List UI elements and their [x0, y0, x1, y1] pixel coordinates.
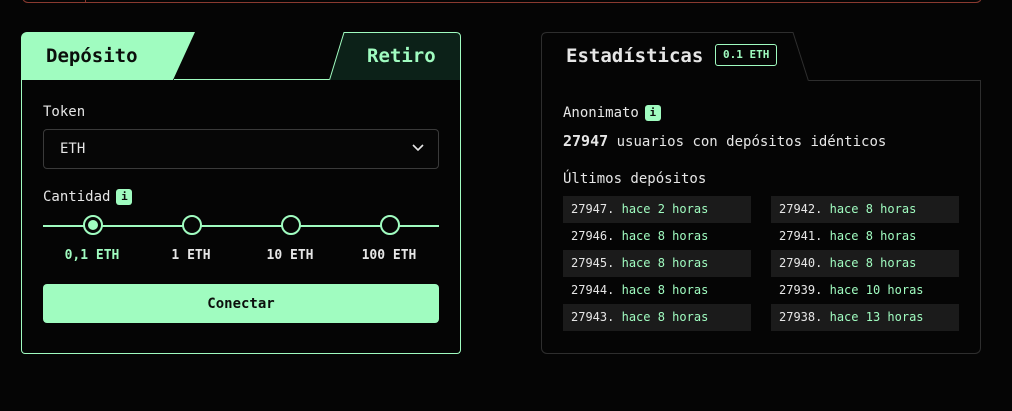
anonymity-summary: 27947 usuarios con depósitos idénticos — [563, 132, 886, 150]
deposit-row: 27947. hace 2 horas — [563, 196, 751, 223]
deposit-number: 27944. — [571, 283, 615, 297]
stats-body: Anonimato i 27947 usuarios con depósitos … — [541, 80, 981, 354]
amount-option-100[interactable] — [380, 215, 400, 235]
amount-label-0-1[interactable]: 0,1 ETH — [52, 248, 132, 263]
tab-deposit[interactable]: Depósito — [21, 32, 195, 80]
deposits-list-left: 27947. hace 2 horas 27946. hace 8 horas … — [563, 196, 751, 331]
deposit-time: hace 8 horas — [829, 256, 917, 270]
deposit-time: hace 8 horas — [621, 283, 709, 297]
deposit-time: hace 8 horas — [621, 310, 709, 324]
tab-deposit-label: Depósito — [46, 45, 138, 67]
amount-label: Cantidad — [43, 189, 111, 205]
anonymity-row: Anonimato i — [563, 105, 661, 121]
user-count: 27947 — [563, 132, 609, 150]
amount-option-10[interactable] — [281, 215, 301, 235]
deposit-form: Token ETH Cantidad i 0,1 ETH 1 ETH 10 ETH… — [21, 79, 461, 354]
token-label: Token — [43, 104, 86, 120]
info-icon[interactable]: i — [116, 189, 133, 205]
amount-option-1[interactable] — [182, 215, 202, 235]
deposit-row: 27938. hace 13 horas — [771, 304, 959, 331]
deposit-panel: Depósito Retiro Token ETH Cantidad i 0,1 … — [21, 32, 461, 354]
deposit-number: 27947. — [571, 202, 615, 216]
tab-withdraw-label: Retiro — [367, 45, 436, 67]
deposit-row: 27941. hace 8 horas — [771, 223, 959, 250]
users-text: usuarios con depósitos idénticos — [616, 134, 887, 150]
deposit-number: 27941. — [779, 229, 823, 243]
deposit-number: 27940. — [779, 256, 823, 270]
deposit-time: hace 2 horas — [621, 202, 709, 216]
deposit-time: hace 8 horas — [621, 256, 709, 270]
amount-option-0-1[interactable] — [83, 215, 103, 235]
pool-badge: 0.1 ETH — [715, 44, 778, 66]
connect-button[interactable]: Conectar — [43, 284, 439, 323]
token-select[interactable]: ETH — [43, 129, 439, 169]
deposit-row: 27942. hace 8 horas — [771, 196, 959, 223]
deposit-number: 27939. — [779, 283, 823, 297]
latest-deposits-label: Últimos depósitos — [563, 171, 707, 187]
amount-label-10[interactable]: 10 ETH — [250, 248, 330, 263]
stats-panel: Estadísticas 0.1 ETH Anonimato i 27947 us… — [541, 32, 981, 354]
deposit-time: hace 13 horas — [829, 310, 924, 324]
deposit-number: 27946. — [571, 229, 615, 243]
chevron-down-icon — [412, 144, 424, 152]
deposit-row: 27945. hace 8 horas — [563, 250, 751, 277]
alert-banner-edge — [22, 0, 982, 3]
amount-label-row: Cantidad i — [43, 189, 133, 205]
stats-title: Estadísticas — [566, 45, 704, 67]
deposit-row: 27946. hace 8 horas — [563, 223, 751, 250]
deposit-row: 27940. hace 8 horas — [771, 250, 959, 277]
deposit-time: hace 8 horas — [829, 229, 917, 243]
anonymity-label: Anonimato — [563, 105, 639, 121]
deposit-row: 27943. hace 8 horas — [563, 304, 751, 331]
tab-withdraw[interactable]: Retiro — [329, 32, 461, 80]
deposits-list-right: 27942. hace 8 horas 27941. hace 8 horas … — [771, 196, 959, 331]
deposit-number: 27938. — [779, 310, 823, 324]
deposit-number: 27943. — [571, 310, 615, 324]
deposit-row: 27944. hace 8 horas — [563, 277, 751, 304]
deposit-time: hace 10 horas — [829, 283, 924, 297]
amount-label-100[interactable]: 100 ETH — [349, 248, 429, 263]
token-select-value: ETH — [60, 141, 86, 157]
amount-label-1[interactable]: 1 ETH — [151, 248, 231, 263]
deposit-time: hace 8 horas — [829, 202, 917, 216]
deposit-row: 27939. hace 10 horas — [771, 277, 959, 304]
info-icon[interactable]: i — [644, 105, 661, 121]
deposit-number: 27942. — [779, 202, 823, 216]
deposit-number: 27945. — [571, 256, 615, 270]
deposit-time: hace 8 horas — [621, 229, 709, 243]
